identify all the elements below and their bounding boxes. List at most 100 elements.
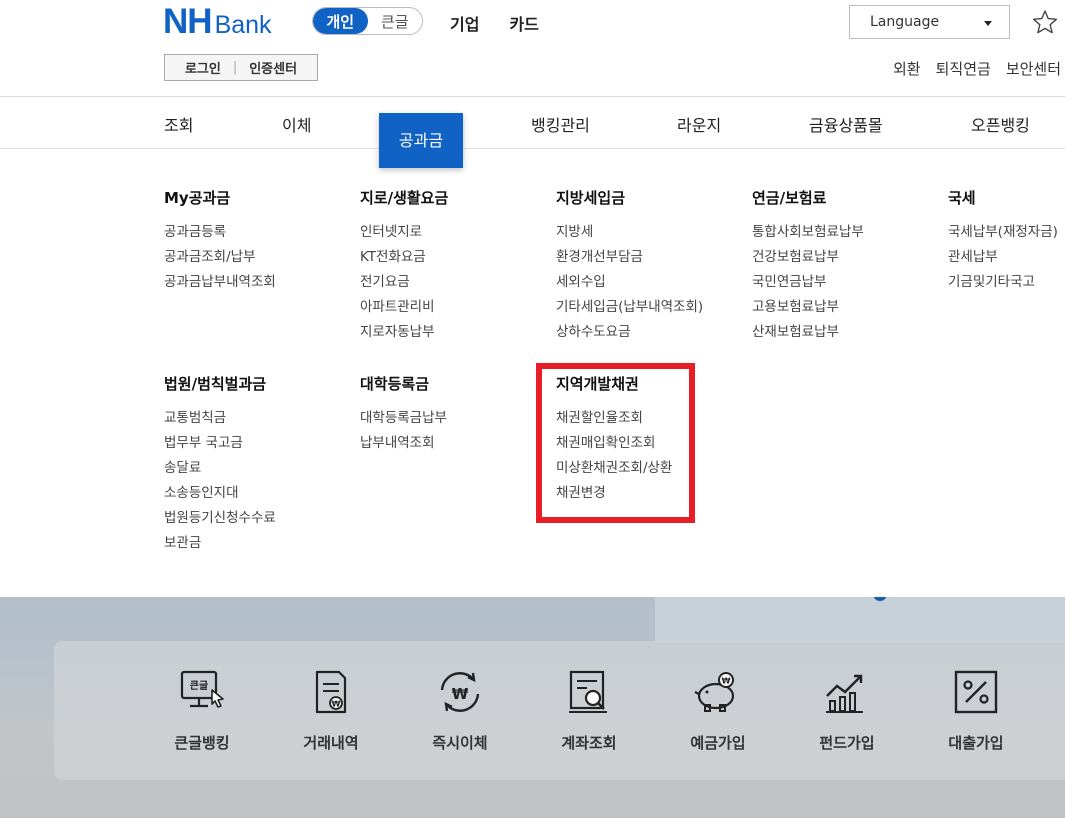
menu-group-giro: 지로/생활요금 인터넷지로 KT전화요금 전기요금 아파트관리비 지로자동납부 — [360, 187, 448, 345]
piggy-bank-icon: ₩ — [694, 672, 735, 712]
menu-link[interactable]: 송달료 — [164, 456, 276, 481]
menu-link[interactable]: 대학등록금납부 — [360, 406, 447, 431]
menu-link[interactable]: 지방세 — [556, 220, 703, 245]
mode-personal-button[interactable]: 개인 — [313, 8, 368, 34]
quick-item-deposit[interactable]: ₩ 예금가입 — [658, 668, 778, 753]
menu-link[interactable]: 기타세입금(납부내역조회) — [556, 295, 703, 320]
chevron-down-icon — [984, 21, 992, 26]
main-navigation: 조회 이체 공과금 뱅킹관리 라운지 금융상품몰 오픈뱅킹 — [0, 97, 1065, 168]
menu-group-title: 연금/보험료 — [752, 189, 827, 207]
svg-text:₩: ₩ — [332, 700, 341, 709]
menu-link[interactable]: 고용보험료납부 — [752, 295, 864, 320]
quick-item-label: 펀드가입 — [819, 734, 875, 752]
banking-mode-toggle: 개인 큰글 — [312, 7, 423, 35]
public-charges-mega-menu: My공과금 공과금등록 공과금조회/납부 공과금납부내역조회 지로/생활요금 인… — [0, 149, 1065, 597]
quick-item-bigtext-banking[interactable]: 큰글 큰글뱅킹 — [142, 668, 262, 753]
language-select-label: Language — [870, 14, 940, 30]
document-won-icon: ₩ — [315, 670, 347, 714]
cert-center-button[interactable]: 인증센터 — [249, 58, 297, 77]
quick-item-label: 대출가입 — [948, 734, 1004, 752]
menu-group-title: 법원/범칙벌과금 — [164, 375, 267, 393]
menu-link[interactable]: 채권할인율조회 — [556, 406, 672, 431]
language-select[interactable]: Language — [849, 5, 1010, 39]
quick-item-transactions[interactable]: ₩ 거래내역 — [271, 668, 391, 753]
util-link-pension[interactable]: 퇴직연금 — [936, 58, 991, 79]
menu-link[interactable]: 법무부 국고금 — [164, 431, 276, 456]
menu-link[interactable]: 상하수도요금 — [556, 320, 703, 345]
document-search-icon — [569, 670, 607, 713]
menu-link[interactable]: 환경개선부담금 — [556, 245, 703, 270]
menu-group-title: 국세 — [948, 189, 976, 207]
quick-item-fund[interactable]: 펀드가입 — [787, 668, 907, 753]
util-link-forex[interactable]: 외환 — [893, 58, 921, 79]
bigtext-monitor-icon: 큰글 — [180, 670, 224, 708]
menu-link[interactable]: 교통범칙금 — [164, 406, 276, 431]
menu-link[interactable]: 공과금조회/납부 — [164, 245, 276, 270]
gnb-item-banking-mgmt[interactable]: 뱅킹관리 — [531, 112, 590, 136]
quick-item-label: 예금가입 — [690, 734, 746, 752]
menu-group-title: 지방세입금 — [556, 189, 626, 207]
site-header: NH Bank 개인 큰글 기업 카드 Language 로그인 | 인증센터 … — [0, 0, 1065, 96]
quick-item-loan[interactable]: 대출가입 — [916, 668, 1036, 753]
logo-nh-text: NH — [163, 2, 213, 41]
menu-link[interactable]: 공과금납부내역조회 — [164, 270, 276, 295]
bigtext-icon-text: 큰글 — [190, 680, 208, 692]
menu-link[interactable]: KT전화요금 — [360, 245, 448, 270]
menu-link[interactable]: 보관금 — [164, 531, 276, 556]
menu-group-title: 지로/생활요금 — [360, 189, 449, 207]
menu-link[interactable]: 미상환채권조회/상환 — [556, 456, 672, 481]
menu-link[interactable]: 공과금등록 — [164, 220, 276, 245]
star-icon[interactable] — [1032, 9, 1058, 35]
menu-group-pension-insurance: 연금/보험료 통합사회보험료납부 건강보험료납부 국민연금납부 고용보험료납부 … — [752, 187, 864, 345]
login-button[interactable]: 로그인 — [185, 58, 221, 77]
quick-item-label: 큰글뱅킹 — [174, 734, 230, 752]
menu-link[interactable]: 아파트관리비 — [360, 295, 448, 320]
gnb-item-open-banking[interactable]: 오픈뱅킹 — [971, 112, 1030, 136]
utility-links: 외환 퇴직연금 보안센터 — [893, 58, 1061, 79]
top-link-card[interactable]: 카드 — [509, 11, 538, 35]
gnb-item-lounge[interactable]: 라운지 — [677, 112, 721, 136]
menu-link[interactable]: 기금및기타국고 — [948, 270, 1058, 295]
gnb-item-inquiry[interactable]: 조회 — [164, 112, 193, 136]
quick-item-label: 거래내역 — [303, 734, 359, 752]
menu-group-court-fines: 법원/범칙벌과금 교통범칙금 법무부 국고금 송달료 소송등인지대 법원등기신청… — [164, 373, 276, 556]
menu-group-title: 지역개발채권 — [556, 375, 639, 393]
divider: | — [232, 60, 238, 75]
util-link-security[interactable]: 보안센터 — [1006, 58, 1061, 79]
won-transfer-icon: ₩ — [440, 672, 480, 712]
svg-text:₩: ₩ — [452, 685, 469, 703]
gnb-item-public-charges[interactable]: 공과금 — [379, 113, 463, 168]
growth-chart-icon — [826, 674, 863, 713]
menu-group-regional-bonds: 지역개발채권 채권할인율조회 채권매입확인조회 미상환채권조회/상환 채권변경 — [556, 373, 672, 506]
svg-text:₩: ₩ — [722, 677, 731, 686]
menu-link[interactable]: 산재보험료납부 — [752, 320, 864, 345]
menu-link[interactable]: 관세납부 — [948, 245, 1058, 270]
quick-item-instant-transfer[interactable]: ₩ 즉시이체 — [400, 668, 520, 753]
menu-group-title: My공과금 — [164, 189, 231, 207]
nh-bank-logo[interactable]: NH Bank — [163, 4, 272, 40]
menu-group-national-tax: 국세 국세납부(재정자금) 관세납부 기금및기타국고 — [948, 187, 1058, 295]
menu-group-local-tax: 지방세입금 지방세 환경개선부담금 세외수입 기타세입금(납부내역조회) 상하수… — [556, 187, 703, 345]
menu-link[interactable]: 전기요금 — [360, 270, 448, 295]
percent-icon — [954, 670, 998, 714]
menu-link[interactable]: 납부내역조회 — [360, 431, 447, 456]
menu-link[interactable]: 채권변경 — [556, 481, 672, 506]
menu-link[interactable]: 국민연금납부 — [752, 270, 864, 295]
menu-link[interactable]: 채권매입확인조회 — [556, 431, 672, 456]
gnb-item-transfer[interactable]: 이체 — [282, 112, 311, 136]
quick-item-account-inquiry[interactable]: 계좌조회 — [529, 668, 649, 753]
hero-banner-panel — [655, 597, 1065, 642]
menu-group-my-charges: My공과금 공과금등록 공과금조회/납부 공과금납부내역조회 — [164, 187, 276, 295]
menu-link[interactable]: 세외수입 — [556, 270, 703, 295]
menu-link[interactable]: 국세납부(재정자금) — [948, 220, 1058, 245]
menu-link[interactable]: 법원등기신청수수료 — [164, 506, 276, 531]
menu-link[interactable]: 통합사회보험료납부 — [752, 220, 864, 245]
top-link-corporate[interactable]: 기업 — [450, 11, 479, 35]
menu-link[interactable]: 건강보험료납부 — [752, 245, 864, 270]
gnb-item-product-mall[interactable]: 금융상품몰 — [809, 112, 883, 136]
menu-link[interactable]: 인터넷지로 — [360, 220, 448, 245]
quick-item-label: 계좌조회 — [561, 734, 617, 752]
menu-link[interactable]: 소송등인지대 — [164, 481, 276, 506]
mode-bigtext-button[interactable]: 큰글 — [368, 8, 423, 34]
menu-link[interactable]: 지로자동납부 — [360, 320, 448, 345]
